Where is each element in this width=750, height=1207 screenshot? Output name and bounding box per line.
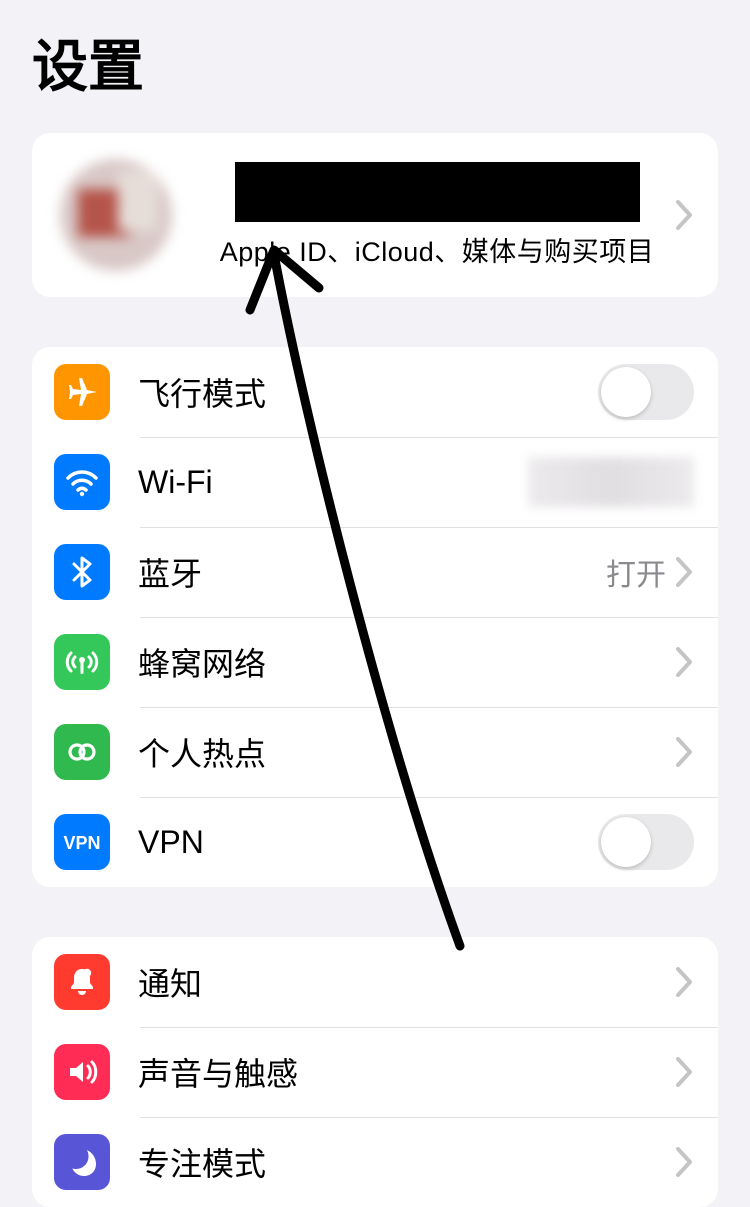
focus-row[interactable]: 专注模式 xyxy=(32,1117,718,1207)
wifi-icon xyxy=(54,454,110,510)
account-subtitle: Apple ID、iCloud、媒体与购买项目 xyxy=(220,230,655,269)
wifi-value-redacted xyxy=(528,457,694,507)
network-group: 飞行模式 Wi-Fi 蓝牙 打开 蜂窝网络 xyxy=(32,347,718,887)
chevron-right-icon xyxy=(676,647,694,677)
chevron-right-icon xyxy=(676,967,694,997)
chevron-right-icon xyxy=(676,200,694,230)
chevron-right-icon xyxy=(676,1147,694,1177)
svg-text:VPN: VPN xyxy=(63,833,100,853)
vpn-toggle[interactable] xyxy=(598,814,694,870)
notifications-row[interactable]: 通知 xyxy=(32,937,718,1027)
hotspot-label: 个人热点 xyxy=(138,729,676,775)
chevron-right-icon xyxy=(676,737,694,767)
apple-id-row[interactable]: Apple ID、iCloud、媒体与购买项目 xyxy=(32,139,718,291)
notifications-icon xyxy=(54,954,110,1010)
notifications-label: 通知 xyxy=(138,959,676,1005)
sounds-icon xyxy=(54,1044,110,1100)
focus-label: 专注模式 xyxy=(138,1139,676,1185)
hotspot-icon xyxy=(54,724,110,780)
avatar xyxy=(60,159,172,271)
cellular-icon xyxy=(54,634,110,690)
hotspot-row[interactable]: 个人热点 xyxy=(32,707,718,797)
vpn-row[interactable]: VPN VPN xyxy=(32,797,718,887)
wifi-label: Wi-Fi xyxy=(138,464,528,501)
notifications-group: 通知 声音与触感 专注模式 xyxy=(32,937,718,1207)
bluetooth-value: 打开 xyxy=(606,550,666,594)
account-name-redacted xyxy=(235,162,640,222)
airplane-mode-row[interactable]: 飞行模式 xyxy=(32,347,718,437)
cellular-label: 蜂窝网络 xyxy=(138,639,676,685)
bluetooth-row[interactable]: 蓝牙 打开 xyxy=(32,527,718,617)
bluetooth-label: 蓝牙 xyxy=(138,549,606,595)
sounds-label: 声音与触感 xyxy=(138,1049,676,1095)
airplane-mode-label: 飞行模式 xyxy=(138,369,598,415)
cellular-row[interactable]: 蜂窝网络 xyxy=(32,617,718,707)
page-title: 设置 xyxy=(0,0,750,123)
chevron-right-icon xyxy=(676,557,694,587)
sounds-row[interactable]: 声音与触感 xyxy=(32,1027,718,1117)
focus-icon xyxy=(54,1134,110,1190)
apple-id-group: Apple ID、iCloud、媒体与购买项目 xyxy=(32,133,718,297)
vpn-icon: VPN xyxy=(54,814,110,870)
bluetooth-icon xyxy=(54,544,110,600)
chevron-right-icon xyxy=(676,1057,694,1087)
airplane-icon xyxy=(54,364,110,420)
vpn-label: VPN xyxy=(138,824,598,861)
wifi-row[interactable]: Wi-Fi xyxy=(32,437,718,527)
account-text: Apple ID、iCloud、媒体与购买项目 xyxy=(198,162,676,269)
airplane-mode-toggle[interactable] xyxy=(598,364,694,420)
